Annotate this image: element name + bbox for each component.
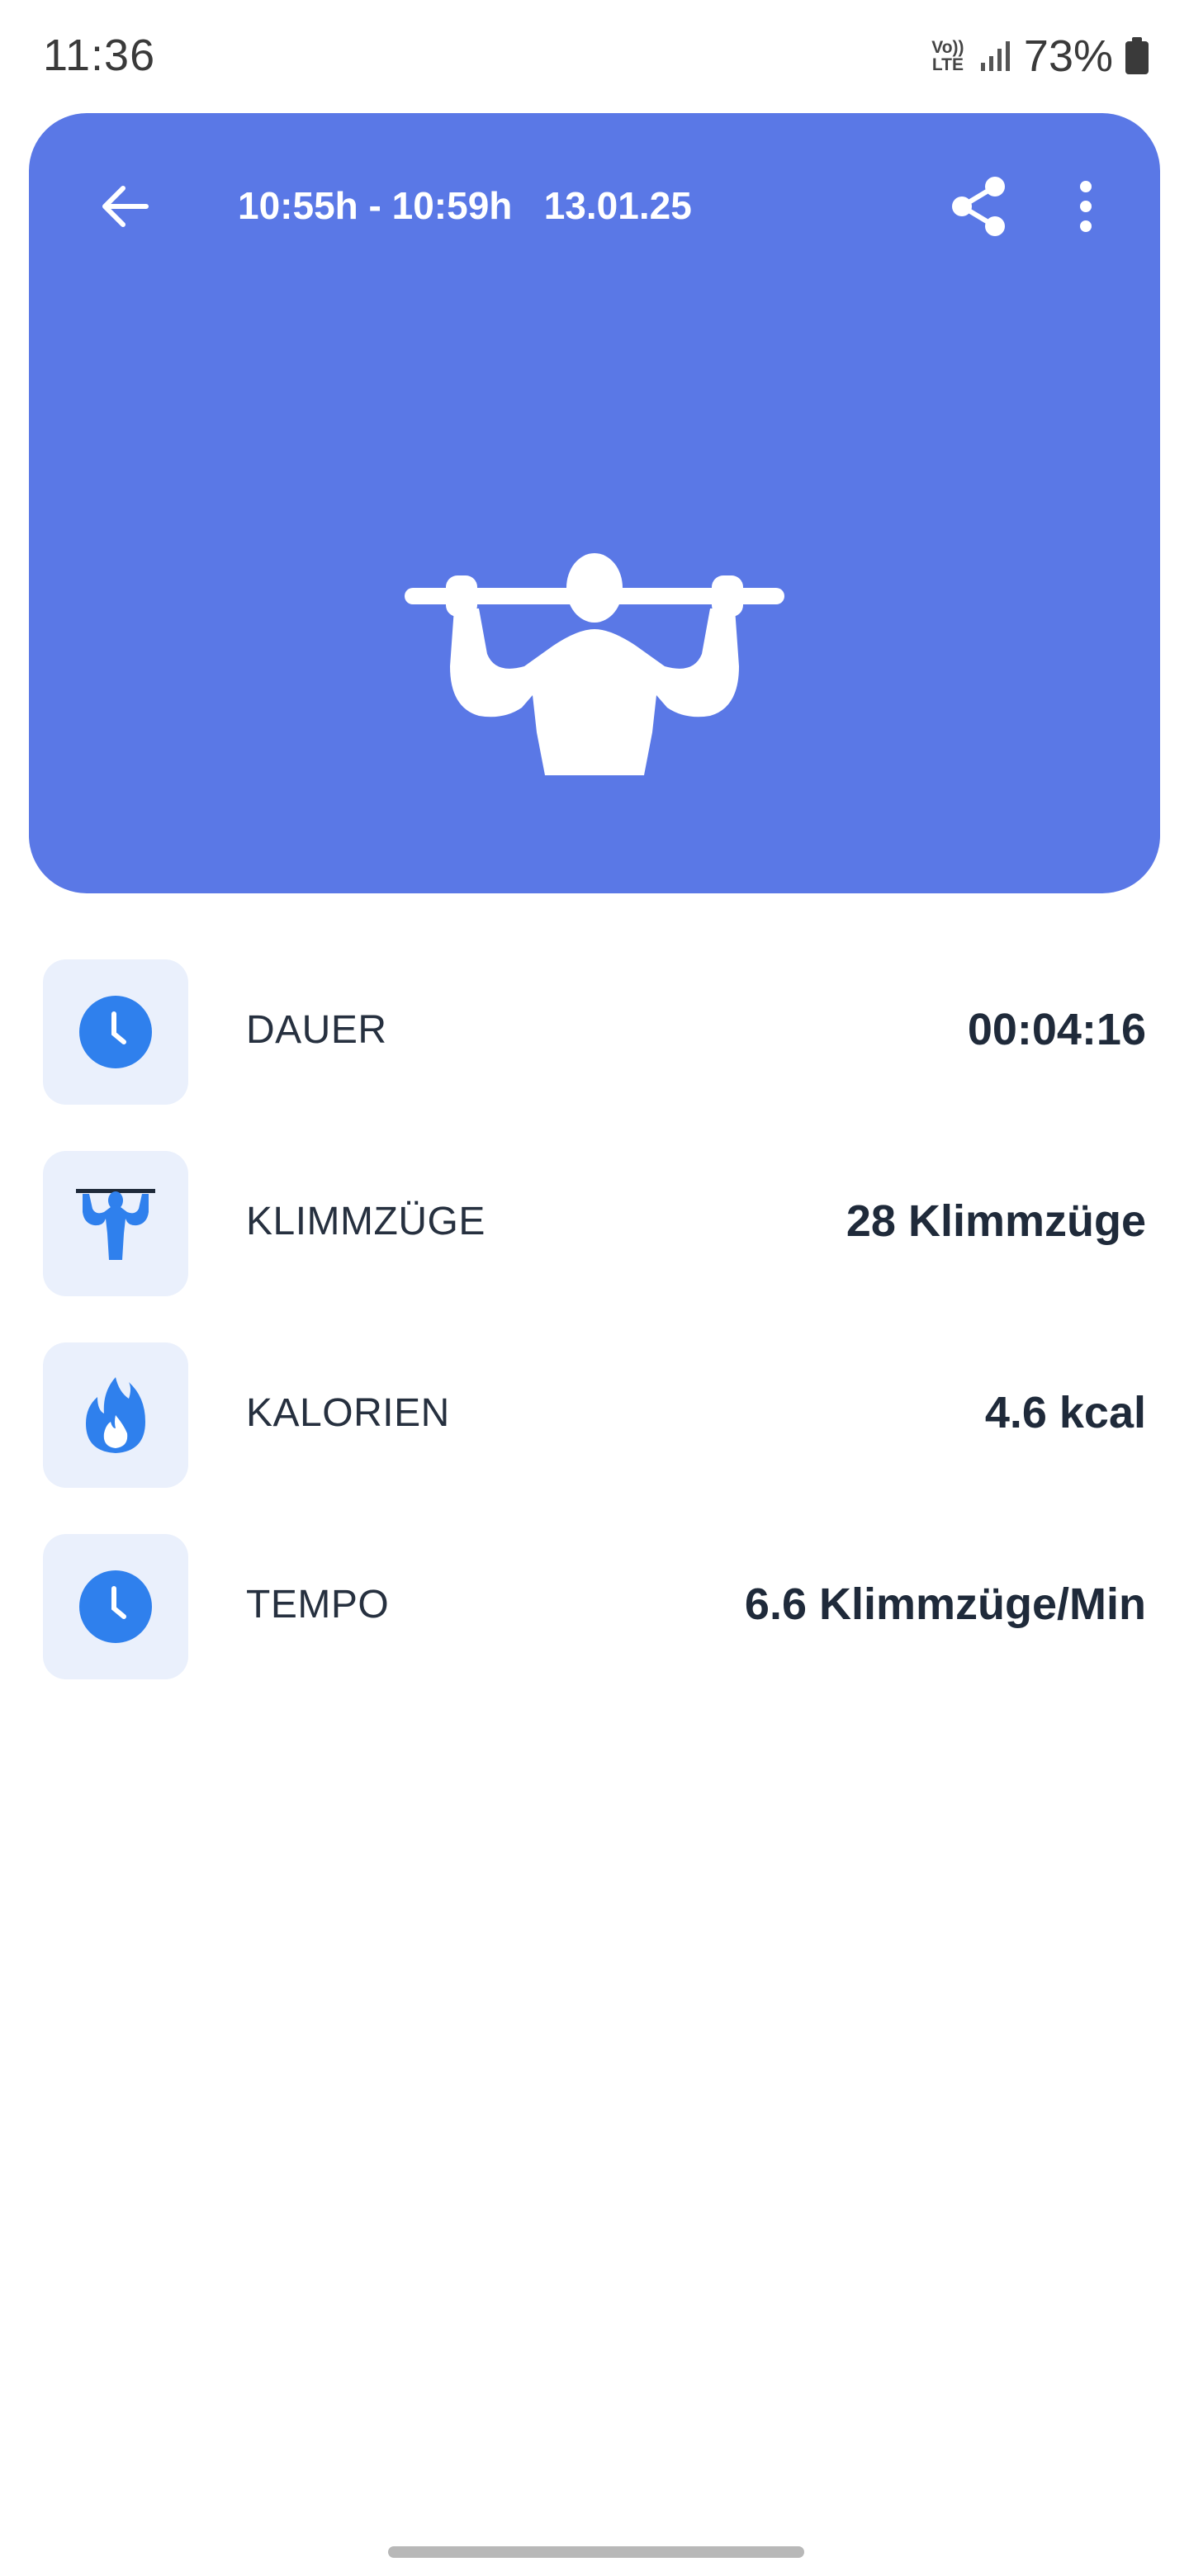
status-time: 11:36: [43, 31, 156, 80]
pullup-figure-icon: [405, 553, 784, 775]
status-bar: 11:36 Vo)) LTE 73%: [0, 0, 1189, 107]
more-vert-icon: [1080, 181, 1092, 232]
stat-value: 00:04:16: [967, 1005, 1146, 1054]
stat-icon-box: [43, 1151, 188, 1296]
battery-icon: [1125, 37, 1149, 75]
stat-label: KALORIEN: [246, 1391, 450, 1435]
stat-icon-box: [43, 959, 188, 1105]
stat-value: 4.6 kcal: [984, 1388, 1146, 1437]
stat-icon-box: [43, 1342, 188, 1488]
pullup-icon: [76, 1189, 155, 1260]
stat-row-tempo: TEMPO 6.6 Klimmzüge/Min: [0, 1532, 1189, 1724]
stat-value: 6.6 Klimmzüge/Min: [744, 1579, 1146, 1629]
home-indicator[interactable]: [388, 2546, 804, 2558]
volte-bottom-text: LTE: [931, 55, 964, 74]
battery-percent: 73%: [1023, 31, 1113, 81]
stat-row-duration: DAUER 00:04:16: [0, 958, 1189, 1149]
stat-row-pullups: KLIMMZÜGE 28 Klimmzüge: [0, 1149, 1189, 1341]
back-arrow-icon: [102, 186, 149, 227]
signal-icon: [979, 40, 1012, 73]
workout-stats-list: DAUER 00:04:16 KLIMMZÜGE 28 Klimmzüge KA…: [0, 958, 1189, 1724]
clock-icon: [79, 996, 152, 1068]
volte-top-text: Vo)): [931, 38, 964, 57]
clock-icon: [79, 1570, 152, 1643]
workout-detail-screen: 11:36 Vo)) LTE 73% 10:55h - 10:59h 13.01…: [0, 0, 1189, 2576]
share-button[interactable]: [933, 161, 1024, 252]
stat-label: TEMPO: [246, 1583, 390, 1627]
more-options-button[interactable]: [1053, 161, 1119, 252]
stat-label: KLIMMZÜGE: [246, 1200, 486, 1243]
stat-row-calories: KALORIEN 4.6 kcal: [0, 1341, 1189, 1532]
volte-icon: Vo)) LTE: [928, 37, 968, 75]
workout-header-card: 10:55h - 10:59h 13.01.25: [29, 113, 1160, 893]
stat-value: 28 Klimmzüge: [846, 1196, 1146, 1246]
stat-icon-box: [43, 1534, 188, 1679]
share-icon: [952, 177, 1005, 236]
back-button[interactable]: [80, 161, 171, 252]
stat-label: DAUER: [246, 1008, 387, 1052]
flame-icon: [86, 1377, 145, 1453]
workout-time-title: 10:55h - 10:59h 13.01.25: [238, 184, 692, 227]
status-icons: Vo)) LTE 73%: [928, 31, 1149, 81]
